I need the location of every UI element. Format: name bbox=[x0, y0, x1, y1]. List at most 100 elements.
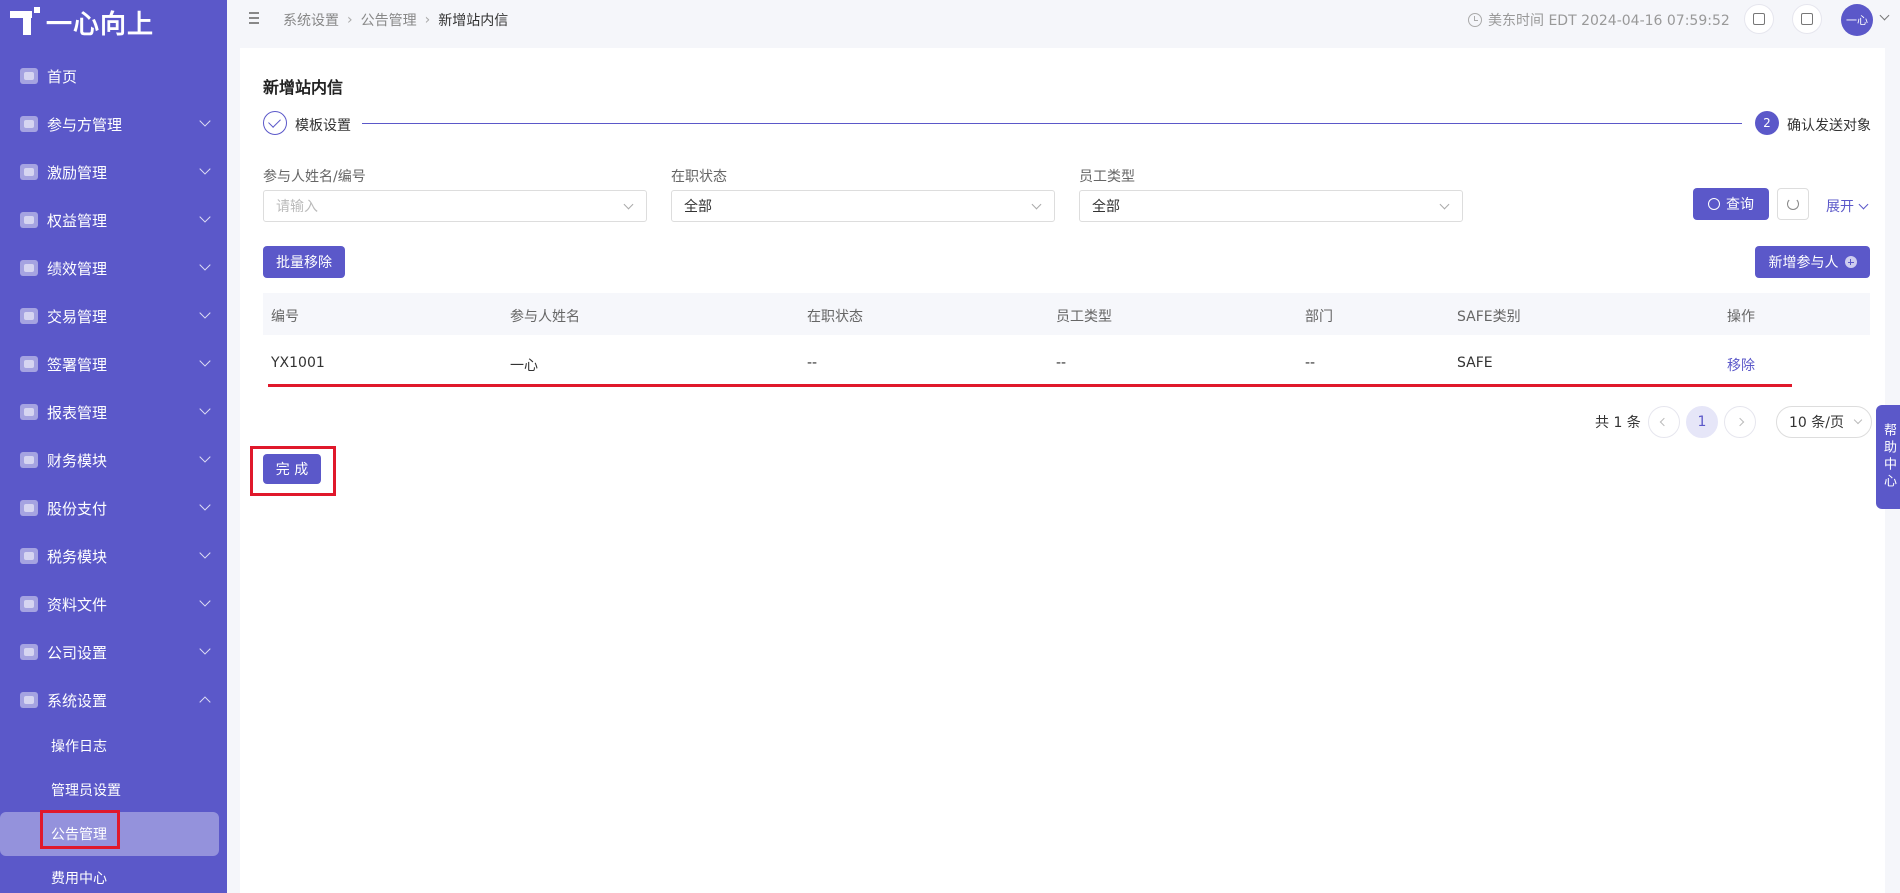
chevron-down-icon bbox=[1031, 199, 1042, 210]
chevron-down-icon bbox=[199, 259, 211, 271]
cell-safe: SAFE bbox=[1457, 355, 1493, 371]
help-center-tab[interactable]: 帮助中心 bbox=[1876, 405, 1900, 509]
filter-name-label: 参与人姓名/编号 bbox=[263, 169, 366, 185]
system-icon bbox=[20, 692, 38, 708]
pagination-prev-button[interactable] bbox=[1648, 406, 1680, 438]
add-participant-button[interactable]: 新增参与人 bbox=[1755, 246, 1870, 278]
highlight-underline bbox=[268, 384, 1792, 387]
page-size-select[interactable]: 10 条/页 bbox=[1776, 406, 1872, 438]
cell-id: YX1001 bbox=[271, 355, 325, 371]
filter-type-select[interactable]: 全部 bbox=[1079, 190, 1463, 222]
logo-text: 一心向上 bbox=[46, 9, 155, 40]
finance-icon bbox=[20, 452, 38, 468]
logo-mark-icon bbox=[10, 7, 40, 37]
filter-status-value: 全部 bbox=[684, 199, 712, 215]
expand-label: 展开 bbox=[1826, 199, 1854, 215]
sidebar-item-finance[interactable]: 财务模块 bbox=[0, 436, 227, 484]
highlight-box-done bbox=[250, 446, 336, 496]
column-header-dept: 部门 bbox=[1305, 309, 1333, 325]
company-icon bbox=[20, 644, 38, 660]
clipboard-icon bbox=[1753, 13, 1765, 25]
clock: 美东时间 EDT 2024-04-16 07:59:52 bbox=[1468, 10, 1730, 30]
step-2-number: 2 bbox=[1755, 111, 1779, 135]
sidebar-subitem-admin-settings[interactable]: 管理员设置 bbox=[0, 768, 227, 812]
shirt-icon bbox=[1801, 13, 1813, 25]
performance-icon bbox=[20, 260, 38, 276]
chevron-down-icon bbox=[1858, 199, 1869, 209]
files-icon bbox=[20, 596, 38, 612]
sidebar-item-report[interactable]: 报表管理 bbox=[0, 388, 227, 436]
sidebar-item-performance[interactable]: 绩效管理 bbox=[0, 244, 227, 292]
remove-link[interactable]: 移除 bbox=[1727, 355, 1755, 375]
sidebar-item-company[interactable]: 公司设置 bbox=[0, 628, 227, 676]
expand-toggle[interactable]: 展开 bbox=[1826, 196, 1869, 216]
breadcrumb-separator-icon: › bbox=[424, 12, 431, 28]
chevron-down-icon bbox=[199, 355, 211, 367]
search-button[interactable]: 查询 bbox=[1693, 188, 1769, 220]
clock-text: 美东时间 EDT 2024-04-16 07:59:52 bbox=[1488, 13, 1730, 29]
chevron-down-icon bbox=[199, 547, 211, 559]
sidebar-item-incentive[interactable]: 激励管理 bbox=[0, 148, 227, 196]
filter-name-select[interactable]: 请输入 bbox=[263, 190, 647, 222]
sidebar-item-participants[interactable]: 参与方管理 bbox=[0, 100, 227, 148]
task-button[interactable] bbox=[1744, 4, 1774, 34]
logo[interactable]: 一心向上 bbox=[10, 4, 154, 40]
avatar[interactable]: 一心 bbox=[1841, 4, 1873, 36]
table-header: 编号 参与人姓名 在职状态 员工类型 部门 SAFE类别 操作 bbox=[263, 293, 1870, 335]
chevron-left-icon bbox=[1659, 417, 1669, 427]
breadcrumb-item[interactable]: 系统设置 bbox=[283, 10, 339, 30]
sidebar-subitem-billing[interactable]: 费用中心 bbox=[0, 856, 227, 893]
column-header-safe: SAFE类别 bbox=[1457, 309, 1521, 325]
sidebar-item-trade[interactable]: 交易管理 bbox=[0, 292, 227, 340]
filter-status-select[interactable]: 全部 bbox=[671, 190, 1055, 222]
sidebar-item-tax[interactable]: 税务模块 bbox=[0, 532, 227, 580]
batch-remove-button[interactable]: 批量移除 bbox=[263, 246, 345, 278]
breadcrumb-item[interactable]: 公告管理 bbox=[361, 10, 417, 30]
column-header-status: 在职状态 bbox=[807, 309, 863, 325]
sidebar-item-label: 资料文件 bbox=[47, 595, 108, 614]
reset-button[interactable] bbox=[1777, 188, 1809, 220]
breadcrumb: 系统设置 › 公告管理 › 新增站内信 bbox=[283, 10, 508, 30]
chevron-down-icon bbox=[1439, 199, 1450, 210]
clock-icon bbox=[1468, 13, 1482, 27]
cell-dept: -- bbox=[1305, 355, 1316, 371]
pagination-total: 共 1 条 bbox=[1595, 415, 1641, 431]
step-connector bbox=[362, 123, 1742, 124]
pagination-next-button[interactable] bbox=[1724, 406, 1756, 438]
page-title: 新增站内信 bbox=[263, 78, 344, 97]
sidebar-item-system[interactable]: 系统设置 bbox=[0, 676, 227, 724]
sidebar-item-label: 公司设置 bbox=[47, 643, 108, 662]
topbar: 系统设置 › 公告管理 › 新增站内信 美东时间 EDT 2024-04-16 … bbox=[227, 0, 1900, 40]
column-header-name: 参与人姓名 bbox=[510, 309, 580, 325]
skin-button[interactable] bbox=[1792, 4, 1822, 34]
sidebar-subitem-operation-log[interactable]: 操作日志 bbox=[0, 724, 227, 768]
breadcrumb-current: 新增站内信 bbox=[438, 13, 509, 29]
sidebar-item-label: 财务模块 bbox=[47, 451, 108, 470]
sidebar-item-label: 激励管理 bbox=[47, 163, 108, 182]
chevron-down-icon bbox=[623, 199, 634, 210]
sidebar-item-label: 权益管理 bbox=[47, 211, 108, 230]
cell-status: -- bbox=[807, 355, 818, 371]
column-header-action: 操作 bbox=[1727, 309, 1755, 325]
highlight-box-sidebar bbox=[40, 810, 120, 849]
sidebar-nav: 首页 参与方管理 激励管理 权益管理 绩效管理 交易管理 签署管理 报表管理 财… bbox=[0, 52, 227, 893]
sidebar-item-home[interactable]: 首页 bbox=[0, 52, 227, 100]
search-button-label: 查询 bbox=[1726, 197, 1754, 213]
search-icon bbox=[1708, 198, 1720, 210]
menu-collapse-icon[interactable] bbox=[245, 12, 259, 24]
chevron-down-icon bbox=[199, 499, 211, 511]
sidebar-item-files[interactable]: 资料文件 bbox=[0, 580, 227, 628]
sidebar-item-share-payment[interactable]: 股份支付 bbox=[0, 484, 227, 532]
sidebar-item-equity[interactable]: 权益管理 bbox=[0, 196, 227, 244]
add-participant-label: 新增参与人 bbox=[1768, 255, 1839, 271]
pagination-page-1[interactable]: 1 bbox=[1686, 406, 1718, 438]
chevron-down-icon[interactable] bbox=[1879, 10, 1890, 21]
sidebar-item-label: 首页 bbox=[47, 67, 78, 86]
sidebar-item-sign[interactable]: 签署管理 bbox=[0, 340, 227, 388]
breadcrumb-separator-icon: › bbox=[347, 12, 353, 28]
filter-type-label: 员工类型 bbox=[1079, 169, 1135, 185]
filter-status-label: 在职状态 bbox=[671, 169, 727, 185]
main-card: 新增站内信 模板设置 2 确认发送对象 参与人姓名/编号 请输入 在职状态 全部… bbox=[240, 48, 1885, 893]
sidebar-item-label: 报表管理 bbox=[47, 403, 108, 422]
chevron-down-icon bbox=[1853, 415, 1863, 425]
